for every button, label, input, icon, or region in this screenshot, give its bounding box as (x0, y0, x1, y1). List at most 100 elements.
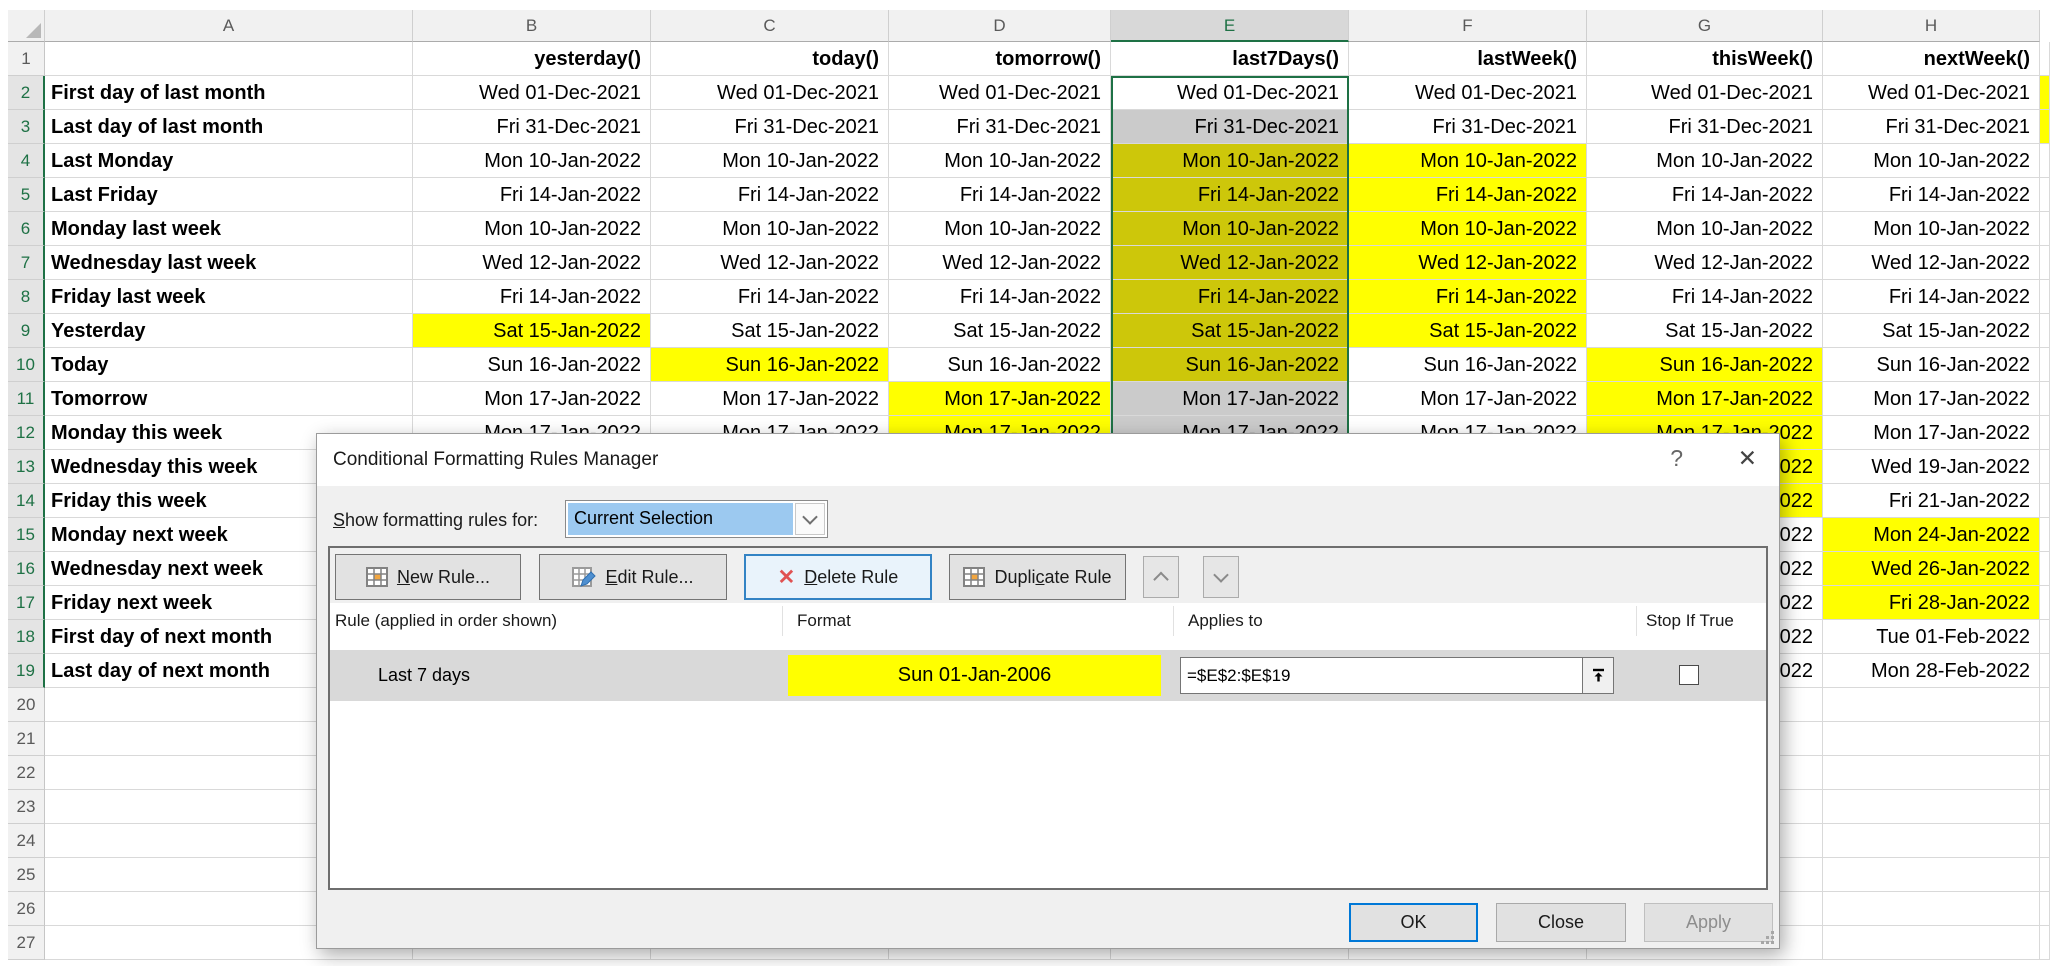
cell-B9[interactable]: Sat 15-Jan-2022 (413, 314, 651, 348)
cell-E7[interactable]: Wed 12-Jan-2022 (1111, 246, 1349, 280)
cell-G2[interactable]: Wed 01-Dec-2021 (1587, 76, 1823, 110)
cell-I27[interactable] (2040, 926, 2050, 960)
cell-H9[interactable]: Sat 15-Jan-2022 (1823, 314, 2040, 348)
cell-D8[interactable]: Fri 14-Jan-2022 (889, 280, 1111, 314)
cell-H21[interactable] (1823, 722, 2040, 756)
help-icon[interactable]: ? (1670, 445, 1683, 472)
row-header-10[interactable]: 10 (8, 348, 45, 382)
cell-C4[interactable]: Mon 10-Jan-2022 (651, 144, 889, 178)
cell-C1[interactable]: today() (651, 42, 889, 76)
column-header-D[interactable]: D (889, 10, 1111, 42)
cell-I22[interactable] (2040, 756, 2050, 790)
cell-I26[interactable] (2040, 892, 2050, 926)
cell-I1[interactable] (2040, 42, 2050, 76)
row-header-21[interactable]: 21 (8, 722, 45, 756)
row-header-4[interactable]: 4 (8, 144, 45, 178)
cell-I20[interactable] (2040, 688, 2050, 722)
cell-F10[interactable]: Sun 16-Jan-2022 (1349, 348, 1587, 382)
cell-H3[interactable]: Fri 31-Dec-2021 (1823, 110, 2040, 144)
cell-H8[interactable]: Fri 14-Jan-2022 (1823, 280, 2040, 314)
cell-E2[interactable]: Wed 01-Dec-2021 (1111, 76, 1349, 110)
row-header-27[interactable]: 27 (8, 926, 45, 960)
row-header-5[interactable]: 5 (8, 178, 45, 212)
row-header-24[interactable]: 24 (8, 824, 45, 858)
cell-H23[interactable] (1823, 790, 2040, 824)
cell-H7[interactable]: Wed 12-Jan-2022 (1823, 246, 2040, 280)
column-header-E[interactable]: E (1111, 10, 1349, 42)
cell-I16[interactable] (2040, 552, 2050, 586)
column-header-F[interactable]: F (1349, 10, 1587, 42)
cell-H12[interactable]: Mon 17-Jan-2022 (1823, 416, 2040, 450)
resize-grip[interactable] (1760, 930, 1774, 944)
cell-D9[interactable]: Sat 15-Jan-2022 (889, 314, 1111, 348)
delete-rule-button[interactable]: ✕ Delete Rule (744, 554, 932, 600)
close-icon[interactable]: ✕ (1738, 445, 1757, 472)
cell-A4[interactable]: Last Monday (45, 144, 413, 178)
cell-I3[interactable] (2040, 110, 2050, 144)
cell-C2[interactable]: Wed 01-Dec-2021 (651, 76, 889, 110)
cell-H18[interactable]: Tue 01-Feb-2022 (1823, 620, 2040, 654)
cell-H4[interactable]: Mon 10-Jan-2022 (1823, 144, 2040, 178)
cell-H5[interactable]: Fri 14-Jan-2022 (1823, 178, 2040, 212)
cell-I17[interactable] (2040, 586, 2050, 620)
cell-H24[interactable] (1823, 824, 2040, 858)
cell-I18[interactable] (2040, 620, 2050, 654)
edit-rule-button[interactable]: Edit Rule... (539, 554, 727, 600)
cell-H16[interactable]: Wed 26-Jan-2022 (1823, 552, 2040, 586)
cell-A10[interactable]: Today (45, 348, 413, 382)
row-header-16[interactable]: 16 (8, 552, 45, 586)
cell-A3[interactable]: Last day of last month (45, 110, 413, 144)
row-header-3[interactable]: 3 (8, 110, 45, 144)
row-header-14[interactable]: 14 (8, 484, 45, 518)
select-all-button[interactable] (8, 10, 45, 42)
cell-E4[interactable]: Mon 10-Jan-2022 (1111, 144, 1349, 178)
cell-D6[interactable]: Mon 10-Jan-2022 (889, 212, 1111, 246)
cell-G3[interactable]: Fri 31-Dec-2021 (1587, 110, 1823, 144)
cell-I9[interactable] (2040, 314, 2050, 348)
row-header-1[interactable]: 1 (8, 42, 45, 76)
new-rule-button[interactable]: New Rule... (335, 554, 521, 600)
cell-I23[interactable] (2040, 790, 2050, 824)
cell-F9[interactable]: Sat 15-Jan-2022 (1349, 314, 1587, 348)
cell-B7[interactable]: Wed 12-Jan-2022 (413, 246, 651, 280)
cell-C6[interactable]: Mon 10-Jan-2022 (651, 212, 889, 246)
row-header-13[interactable]: 13 (8, 450, 45, 484)
cell-F8[interactable]: Fri 14-Jan-2022 (1349, 280, 1587, 314)
cell-H25[interactable] (1823, 858, 2040, 892)
cell-F3[interactable]: Fri 31-Dec-2021 (1349, 110, 1587, 144)
cell-D4[interactable]: Mon 10-Jan-2022 (889, 144, 1111, 178)
row-header-19[interactable]: 19 (8, 654, 45, 688)
cell-I25[interactable] (2040, 858, 2050, 892)
cell-D7[interactable]: Wed 12-Jan-2022 (889, 246, 1111, 280)
cell-F4[interactable]: Mon 10-Jan-2022 (1349, 144, 1587, 178)
cell-C7[interactable]: Wed 12-Jan-2022 (651, 246, 889, 280)
cell-I21[interactable] (2040, 722, 2050, 756)
cell-C9[interactable]: Sat 15-Jan-2022 (651, 314, 889, 348)
cell-G11[interactable]: Mon 17-Jan-2022 (1587, 382, 1823, 416)
cell-B11[interactable]: Mon 17-Jan-2022 (413, 382, 651, 416)
column-header-G[interactable]: G (1587, 10, 1823, 42)
cell-D11[interactable]: Mon 17-Jan-2022 (889, 382, 1111, 416)
row-header-15[interactable]: 15 (8, 518, 45, 552)
cell-A11[interactable]: Tomorrow (45, 382, 413, 416)
cell-H27[interactable] (1823, 926, 2040, 960)
cell-G5[interactable]: Fri 14-Jan-2022 (1587, 178, 1823, 212)
close-button[interactable]: Close (1496, 903, 1626, 942)
cell-I6[interactable] (2040, 212, 2050, 246)
cell-I11[interactable] (2040, 382, 2050, 416)
row-header-22[interactable]: 22 (8, 756, 45, 790)
cell-H22[interactable] (1823, 756, 2040, 790)
cell-I7[interactable] (2040, 246, 2050, 280)
column-header-H[interactable]: H (1823, 10, 2040, 42)
row-header-25[interactable]: 25 (8, 858, 45, 892)
show-rules-dropdown[interactable]: Current Selection (565, 500, 828, 538)
column-header-A[interactable]: A (45, 10, 413, 42)
move-rule-down-button[interactable] (1203, 556, 1239, 598)
ok-button[interactable]: OK (1349, 903, 1478, 942)
cell-I13[interactable] (2040, 450, 2050, 484)
cell-E5[interactable]: Fri 14-Jan-2022 (1111, 178, 1349, 212)
cell-H15[interactable]: Mon 24-Jan-2022 (1823, 518, 2040, 552)
cell-B8[interactable]: Fri 14-Jan-2022 (413, 280, 651, 314)
cell-I4[interactable] (2040, 144, 2050, 178)
column-header-B[interactable]: B (413, 10, 651, 42)
